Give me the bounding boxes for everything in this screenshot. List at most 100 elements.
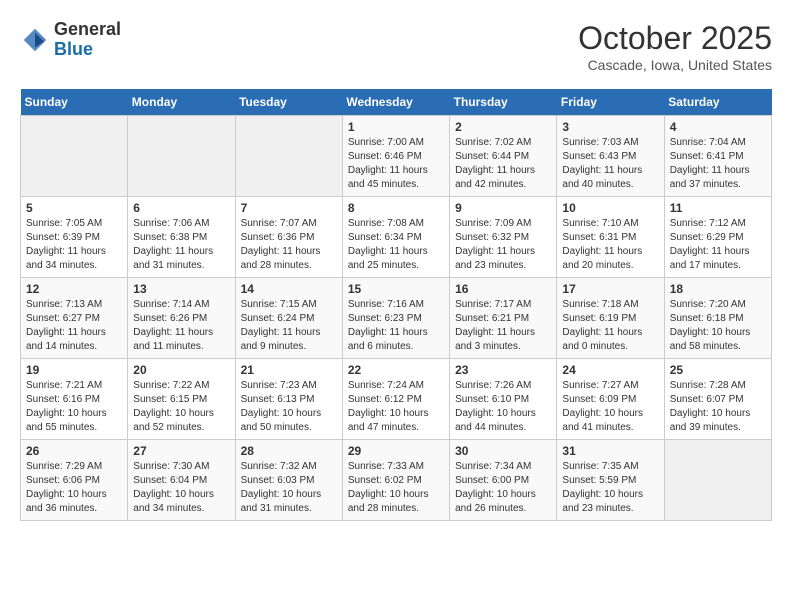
day-number: 18 [670,282,766,296]
calendar-cell: 3 Sunrise: 7:03 AM Sunset: 6:43 PM Daylig… [557,116,664,197]
week-row-4: 19Sunrise: 7:21 AM Sunset: 6:16 PM Dayli… [21,359,772,440]
calendar-cell: 19Sunrise: 7:21 AM Sunset: 6:16 PM Dayli… [21,359,128,440]
calendar-cell: 6 Sunrise: 7:06 AM Sunset: 6:38 PM Daylig… [128,197,235,278]
calendar-cell: 16 Sunrise: 7:17 AM Sunset: 6:21 PM Dayli… [450,278,557,359]
day-number: 16 [455,282,551,296]
day-info: Sunrise: 7:23 AM Sunset: 6:13 PM Dayligh… [241,379,337,435]
day-number: 9 [455,201,551,215]
logo-general: General [54,20,121,40]
calendar-cell: 4 Sunrise: 7:04 AM Sunset: 6:41 PM Daylig… [664,116,771,197]
calendar-cell: 28 Sunrise: 7:32 AM Sunset: 6:03 PM Dayli… [235,440,342,521]
day-info: Sunrise: 7:05 AM Sunset: 6:39 PM Dayligh… [26,217,122,273]
day-number: 23 [455,363,551,377]
week-row-5: 26 Sunrise: 7:29 AM Sunset: 6:06 PM Dayli… [21,440,772,521]
day-info: Sunrise: 7:10 AM Sunset: 6:31 PM Dayligh… [562,217,658,273]
day-info: Sunrise: 7:28 AM Sunset: 6:07 PM Dayligh… [670,379,766,435]
day-info: Sunrise: 7:27 AM Sunset: 6:09 PM Dayligh… [562,379,658,435]
day-info: Sunrise: 7:06 AM Sunset: 6:38 PM Dayligh… [133,217,229,273]
calendar-cell [664,440,771,521]
day-info: Sunrise: 7:18 AM Sunset: 6:19 PM Dayligh… [562,298,658,354]
day-number: 31 [562,444,658,458]
logo-blue: Blue [54,40,121,60]
day-number: 28 [241,444,337,458]
calendar-cell: 30 Sunrise: 7:34 AM Sunset: 6:00 PM Dayli… [450,440,557,521]
calendar-cell: 8 Sunrise: 7:08 AM Sunset: 6:34 PM Daylig… [342,197,449,278]
day-number: 22 [348,363,444,377]
calendar-cell [21,116,128,197]
calendar-cell: 31Sunrise: 7:35 AM Sunset: 5:59 PM Dayli… [557,440,664,521]
day-number: 2 [455,120,551,134]
logo-icon [20,25,50,55]
calendar-cell: 22 Sunrise: 7:24 AM Sunset: 6:12 PM Dayli… [342,359,449,440]
week-row-3: 12 Sunrise: 7:13 AM Sunset: 6:27 PM Dayli… [21,278,772,359]
day-info: Sunrise: 7:09 AM Sunset: 6:32 PM Dayligh… [455,217,551,273]
day-number: 8 [348,201,444,215]
day-info: Sunrise: 7:22 AM Sunset: 6:15 PM Dayligh… [133,379,229,435]
day-info: Sunrise: 7:12 AM Sunset: 6:29 PM Dayligh… [670,217,766,273]
calendar-cell: 29 Sunrise: 7:33 AM Sunset: 6:02 PM Dayli… [342,440,449,521]
day-number: 3 [562,120,658,134]
logo-text: General Blue [54,20,121,60]
day-info: Sunrise: 7:32 AM Sunset: 6:03 PM Dayligh… [241,460,337,516]
day-info: Sunrise: 7:15 AM Sunset: 6:24 PM Dayligh… [241,298,337,354]
day-info: Sunrise: 7:30 AM Sunset: 6:04 PM Dayligh… [133,460,229,516]
calendar-cell: 2 Sunrise: 7:02 AM Sunset: 6:44 PM Daylig… [450,116,557,197]
day-number: 20 [133,363,229,377]
week-row-1: 1 Sunrise: 7:00 AM Sunset: 6:46 PM Daylig… [21,116,772,197]
calendar-cell: 9 Sunrise: 7:09 AM Sunset: 6:32 PM Daylig… [450,197,557,278]
calendar-cell: 13Sunrise: 7:14 AM Sunset: 6:26 PM Dayli… [128,278,235,359]
logo: General Blue [20,20,121,60]
calendar-cell: 20 Sunrise: 7:22 AM Sunset: 6:15 PM Dayli… [128,359,235,440]
day-info: Sunrise: 7:14 AM Sunset: 6:26 PM Dayligh… [133,298,229,354]
day-number: 4 [670,120,766,134]
calendar-cell: 12 Sunrise: 7:13 AM Sunset: 6:27 PM Dayli… [21,278,128,359]
day-header-wednesday: Wednesday [342,89,449,116]
day-info: Sunrise: 7:03 AM Sunset: 6:43 PM Dayligh… [562,136,658,192]
day-header-thursday: Thursday [450,89,557,116]
day-number: 11 [670,201,766,215]
calendar-cell: 11 Sunrise: 7:12 AM Sunset: 6:29 PM Dayli… [664,197,771,278]
day-number: 12 [26,282,122,296]
day-info: Sunrise: 7:08 AM Sunset: 6:34 PM Dayligh… [348,217,444,273]
day-info: Sunrise: 7:29 AM Sunset: 6:06 PM Dayligh… [26,460,122,516]
calendar-cell: 15Sunrise: 7:16 AM Sunset: 6:23 PM Dayli… [342,278,449,359]
day-number: 26 [26,444,122,458]
day-info: Sunrise: 7:21 AM Sunset: 6:16 PM Dayligh… [26,379,122,435]
day-info: Sunrise: 7:16 AM Sunset: 6:23 PM Dayligh… [348,298,444,354]
day-number: 7 [241,201,337,215]
day-number: 5 [26,201,122,215]
day-header-tuesday: Tuesday [235,89,342,116]
day-header-row: SundayMondayTuesdayWednesdayThursdayFrid… [21,89,772,116]
day-info: Sunrise: 7:33 AM Sunset: 6:02 PM Dayligh… [348,460,444,516]
day-info: Sunrise: 7:17 AM Sunset: 6:21 PM Dayligh… [455,298,551,354]
calendar-cell: 17Sunrise: 7:18 AM Sunset: 6:19 PM Dayli… [557,278,664,359]
day-info: Sunrise: 7:34 AM Sunset: 6:00 PM Dayligh… [455,460,551,516]
page-header: General Blue October 2025 Cascade, Iowa,… [20,20,772,73]
calendar-cell: 7Sunrise: 7:07 AM Sunset: 6:36 PM Daylig… [235,197,342,278]
day-info: Sunrise: 7:00 AM Sunset: 6:46 PM Dayligh… [348,136,444,192]
day-info: Sunrise: 7:24 AM Sunset: 6:12 PM Dayligh… [348,379,444,435]
calendar-cell: 5 Sunrise: 7:05 AM Sunset: 6:39 PM Daylig… [21,197,128,278]
day-number: 21 [241,363,337,377]
day-header-friday: Friday [557,89,664,116]
day-header-monday: Monday [128,89,235,116]
calendar-cell: 24 Sunrise: 7:27 AM Sunset: 6:09 PM Dayli… [557,359,664,440]
day-number: 1 [348,120,444,134]
calendar-title: October 2025 [578,20,772,57]
calendar-cell: 21 Sunrise: 7:23 AM Sunset: 6:13 PM Dayli… [235,359,342,440]
day-info: Sunrise: 7:26 AM Sunset: 6:10 PM Dayligh… [455,379,551,435]
title-block: October 2025 Cascade, Iowa, United State… [578,20,772,73]
week-row-2: 5 Sunrise: 7:05 AM Sunset: 6:39 PM Daylig… [21,197,772,278]
day-number: 30 [455,444,551,458]
day-info: Sunrise: 7:04 AM Sunset: 6:41 PM Dayligh… [670,136,766,192]
day-info: Sunrise: 7:20 AM Sunset: 6:18 PM Dayligh… [670,298,766,354]
calendar-cell: 25Sunrise: 7:28 AM Sunset: 6:07 PM Dayli… [664,359,771,440]
calendar-cell: 27Sunrise: 7:30 AM Sunset: 6:04 PM Dayli… [128,440,235,521]
day-number: 6 [133,201,229,215]
calendar-cell: 26 Sunrise: 7:29 AM Sunset: 6:06 PM Dayli… [21,440,128,521]
day-info: Sunrise: 7:13 AM Sunset: 6:27 PM Dayligh… [26,298,122,354]
day-number: 24 [562,363,658,377]
calendar-cell [235,116,342,197]
day-info: Sunrise: 7:02 AM Sunset: 6:44 PM Dayligh… [455,136,551,192]
day-number: 29 [348,444,444,458]
